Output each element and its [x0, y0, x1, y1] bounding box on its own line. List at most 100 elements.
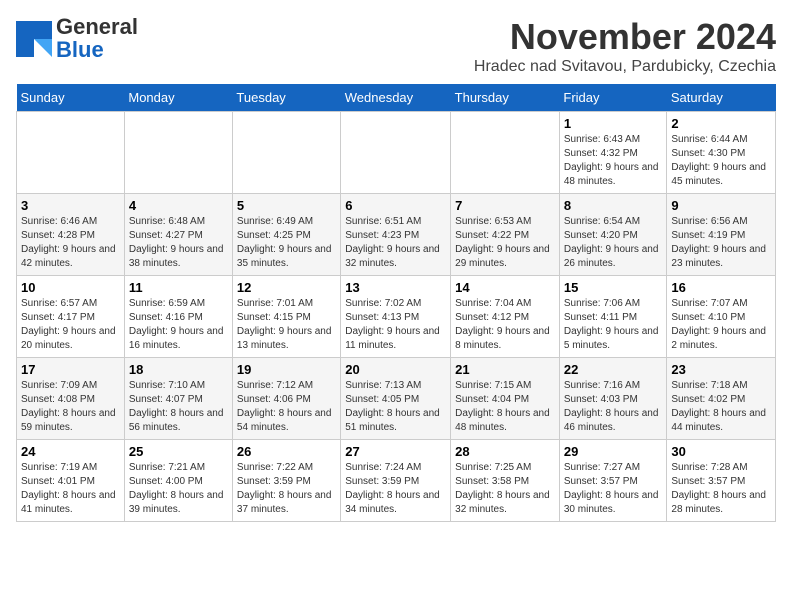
day-info: Sunrise: 7:04 AM Sunset: 4:12 PM Dayligh… [455, 297, 555, 353]
day-number: 21 [455, 362, 555, 377]
logo-general-text: General [56, 14, 138, 39]
day-number: 19 [237, 362, 336, 377]
calendar-cell [232, 112, 340, 194]
weekday-header-row: SundayMondayTuesdayWednesdayThursdayFrid… [17, 84, 776, 112]
month-title: November 2024 [474, 16, 776, 58]
weekday-header-cell: Friday [559, 84, 667, 112]
calendar-cell: 2 Sunrise: 6:44 AM Sunset: 4:30 PM Daylig… [667, 112, 776, 194]
day-number: 24 [21, 444, 120, 459]
calendar-week-row: 10Sunrise: 6:57 AM Sunset: 4:17 PM Dayli… [17, 276, 776, 358]
day-info: Sunrise: 6:43 AM Sunset: 4:32 PM Dayligh… [564, 133, 663, 189]
day-number: 29 [564, 444, 663, 459]
calendar-cell: 28 Sunrise: 7:25 AM Sunset: 3:58 PM Dayli… [451, 440, 560, 522]
day-info: Sunrise: 7:19 AM Sunset: 4:01 PM Dayligh… [21, 461, 120, 517]
day-info: Sunrise: 7:27 AM Sunset: 3:57 PM Dayligh… [564, 461, 663, 517]
day-info: Sunrise: 6:51 AM Sunset: 4:23 PM Dayligh… [345, 215, 446, 271]
weekday-header-cell: Wednesday [341, 84, 451, 112]
day-info: Sunrise: 7:09 AM Sunset: 4:08 PM Dayligh… [21, 379, 120, 435]
calendar-cell: 6 Sunrise: 6:51 AM Sunset: 4:23 PM Daylig… [341, 194, 451, 276]
day-info: Sunrise: 6:54 AM Sunset: 4:20 PM Dayligh… [564, 215, 663, 271]
calendar-cell: 24 Sunrise: 7:19 AM Sunset: 4:01 PM Dayli… [17, 440, 125, 522]
calendar-cell: 3 Sunrise: 6:46 AM Sunset: 4:28 PM Daylig… [17, 194, 125, 276]
day-info: Sunrise: 7:06 AM Sunset: 4:11 PM Dayligh… [564, 297, 663, 353]
weekday-header-cell: Thursday [451, 84, 560, 112]
day-number: 12 [237, 280, 336, 295]
title-area: November 2024 Hradec nad Svitavou, Pardu… [474, 16, 776, 76]
calendar-cell: 23Sunrise: 7:18 AM Sunset: 4:02 PM Dayli… [667, 358, 776, 440]
calendar-week-row: 24 Sunrise: 7:19 AM Sunset: 4:01 PM Dayli… [17, 440, 776, 522]
calendar-week-row: 17 Sunrise: 7:09 AM Sunset: 4:08 PM Dayli… [17, 358, 776, 440]
calendar-cell: 12 Sunrise: 7:01 AM Sunset: 4:15 PM Dayli… [232, 276, 340, 358]
day-number: 2 [671, 116, 771, 131]
calendar-cell: 26Sunrise: 7:22 AM Sunset: 3:59 PM Dayli… [232, 440, 340, 522]
day-info: Sunrise: 7:02 AM Sunset: 4:13 PM Dayligh… [345, 297, 446, 353]
day-number: 7 [455, 198, 555, 213]
calendar-cell: 18Sunrise: 7:10 AM Sunset: 4:07 PM Dayli… [124, 358, 232, 440]
logo-icon [16, 21, 52, 57]
day-info: Sunrise: 6:56 AM Sunset: 4:19 PM Dayligh… [671, 215, 771, 271]
calendar-cell: 1 Sunrise: 6:43 AM Sunset: 4:32 PM Daylig… [559, 112, 667, 194]
day-number: 23 [671, 362, 771, 377]
calendar-cell: 19 Sunrise: 7:12 AM Sunset: 4:06 PM Dayli… [232, 358, 340, 440]
calendar-cell: 25 Sunrise: 7:21 AM Sunset: 4:00 PM Dayli… [124, 440, 232, 522]
day-number: 16 [671, 280, 771, 295]
day-info: Sunrise: 6:59 AM Sunset: 4:16 PM Dayligh… [129, 297, 228, 353]
day-number: 3 [21, 198, 120, 213]
day-info: Sunrise: 6:53 AM Sunset: 4:22 PM Dayligh… [455, 215, 555, 271]
calendar-cell: 22 Sunrise: 7:16 AM Sunset: 4:03 PM Dayli… [559, 358, 667, 440]
calendar-cell [451, 112, 560, 194]
calendar-body: 1 Sunrise: 6:43 AM Sunset: 4:32 PM Daylig… [17, 112, 776, 522]
calendar-cell: 10Sunrise: 6:57 AM Sunset: 4:17 PM Dayli… [17, 276, 125, 358]
day-number: 1 [564, 116, 663, 131]
calendar-cell [341, 112, 451, 194]
calendar-cell: 27Sunrise: 7:24 AM Sunset: 3:59 PM Dayli… [341, 440, 451, 522]
day-number: 25 [129, 444, 228, 459]
calendar-cell: 13Sunrise: 7:02 AM Sunset: 4:13 PM Dayli… [341, 276, 451, 358]
calendar-table: SundayMondayTuesdayWednesdayThursdayFrid… [16, 84, 776, 522]
calendar-cell [17, 112, 125, 194]
day-number: 14 [455, 280, 555, 295]
calendar-cell: 9 Sunrise: 6:56 AM Sunset: 4:19 PM Daylig… [667, 194, 776, 276]
day-info: Sunrise: 7:28 AM Sunset: 3:57 PM Dayligh… [671, 461, 771, 517]
logo: General Blue [16, 16, 138, 62]
calendar-cell: 21Sunrise: 7:15 AM Sunset: 4:04 PM Dayli… [451, 358, 560, 440]
day-number: 22 [564, 362, 663, 377]
day-info: Sunrise: 6:49 AM Sunset: 4:25 PM Dayligh… [237, 215, 336, 271]
day-info: Sunrise: 7:21 AM Sunset: 4:00 PM Dayligh… [129, 461, 228, 517]
weekday-header-cell: Monday [124, 84, 232, 112]
day-info: Sunrise: 6:46 AM Sunset: 4:28 PM Dayligh… [21, 215, 120, 271]
calendar-week-row: 3 Sunrise: 6:46 AM Sunset: 4:28 PM Daylig… [17, 194, 776, 276]
calendar-cell: 4Sunrise: 6:48 AM Sunset: 4:27 PM Daylig… [124, 194, 232, 276]
day-number: 8 [564, 198, 663, 213]
day-number: 9 [671, 198, 771, 213]
day-number: 5 [237, 198, 336, 213]
day-info: Sunrise: 7:22 AM Sunset: 3:59 PM Dayligh… [237, 461, 336, 517]
day-number: 17 [21, 362, 120, 377]
calendar-cell: 14 Sunrise: 7:04 AM Sunset: 4:12 PM Dayli… [451, 276, 560, 358]
day-info: Sunrise: 7:25 AM Sunset: 3:58 PM Dayligh… [455, 461, 555, 517]
calendar-cell: 7 Sunrise: 6:53 AM Sunset: 4:22 PM Daylig… [451, 194, 560, 276]
day-info: Sunrise: 6:44 AM Sunset: 4:30 PM Dayligh… [671, 133, 771, 189]
day-info: Sunrise: 7:13 AM Sunset: 4:05 PM Dayligh… [345, 379, 446, 435]
logo-blue-text: Blue [56, 37, 104, 62]
day-info: Sunrise: 7:12 AM Sunset: 4:06 PM Dayligh… [237, 379, 336, 435]
weekday-header-cell: Saturday [667, 84, 776, 112]
day-number: 28 [455, 444, 555, 459]
calendar-cell: 29 Sunrise: 7:27 AM Sunset: 3:57 PM Dayli… [559, 440, 667, 522]
calendar-cell: 8 Sunrise: 6:54 AM Sunset: 4:20 PM Daylig… [559, 194, 667, 276]
day-info: Sunrise: 7:01 AM Sunset: 4:15 PM Dayligh… [237, 297, 336, 353]
day-number: 11 [129, 280, 228, 295]
calendar-cell: 17 Sunrise: 7:09 AM Sunset: 4:08 PM Dayli… [17, 358, 125, 440]
calendar-cell: 16 Sunrise: 7:07 AM Sunset: 4:10 PM Dayli… [667, 276, 776, 358]
day-number: 6 [345, 198, 446, 213]
page-header: General Blue November 2024 Hradec nad Sv… [16, 16, 776, 76]
location-title: Hradec nad Svitavou, Pardubicky, Czechia [474, 58, 776, 76]
day-number: 27 [345, 444, 446, 459]
day-number: 18 [129, 362, 228, 377]
weekday-header-cell: Sunday [17, 84, 125, 112]
weekday-header-cell: Tuesday [232, 84, 340, 112]
day-number: 4 [129, 198, 228, 213]
day-info: Sunrise: 7:16 AM Sunset: 4:03 PM Dayligh… [564, 379, 663, 435]
day-number: 10 [21, 280, 120, 295]
day-info: Sunrise: 7:07 AM Sunset: 4:10 PM Dayligh… [671, 297, 771, 353]
